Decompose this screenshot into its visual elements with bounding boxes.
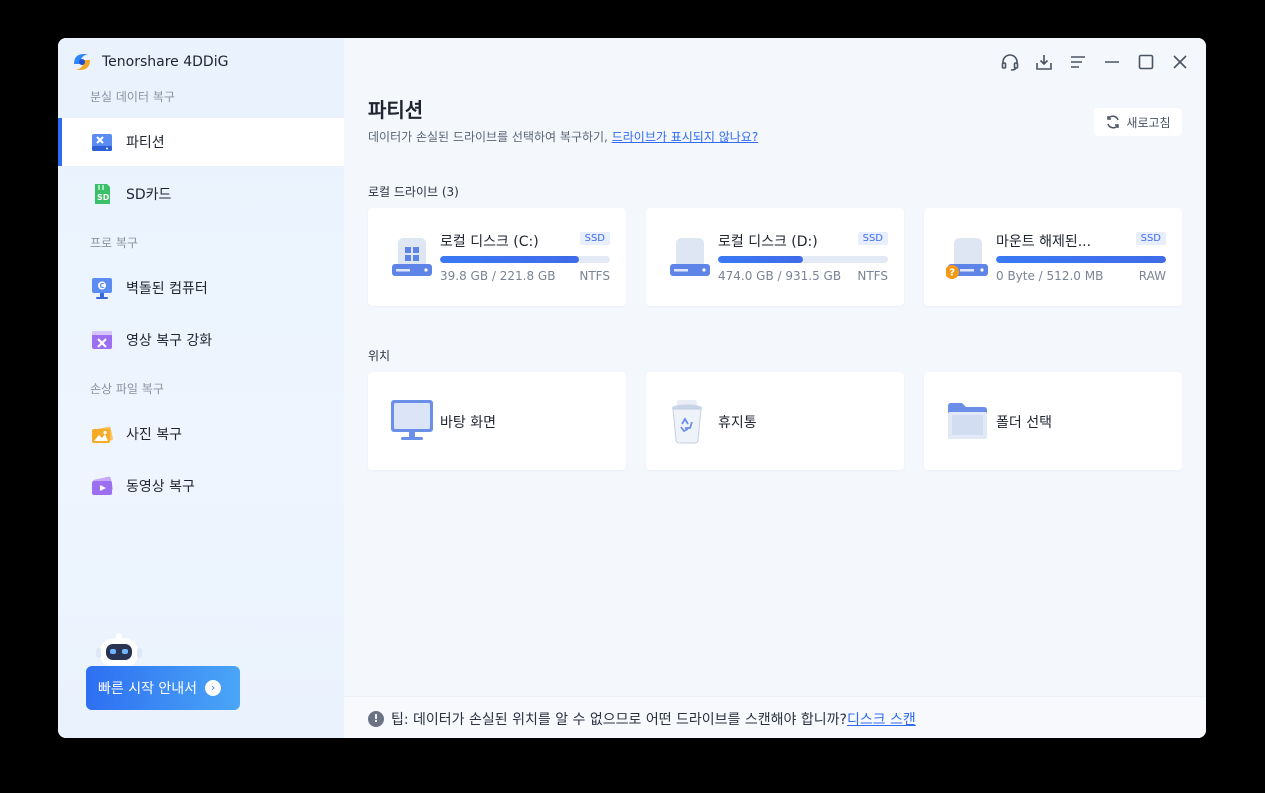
unknown-drive-icon: ?: [946, 238, 988, 279]
drive-card-unmounted[interactable]: ? 마운트 해제된... SSD 0 Byte / 512.0 MB RAW: [924, 208, 1182, 306]
maximize-icon[interactable]: [1134, 50, 1158, 74]
sidebar-item-label: 영상 복구 강화: [126, 333, 213, 349]
subtitle-text: 데이터가 손실된 드라이브를 선택하여 복구하기,: [368, 130, 608, 144]
sidebar-item-label: 동영상 복구: [126, 479, 195, 495]
quick-start-button[interactable]: 빠른 시작 안내서 ›: [86, 666, 240, 710]
section-lost-data: 분실 데이터 복구: [90, 90, 175, 104]
drive-usage-fill: [718, 256, 803, 263]
tip-text: 팁: 데이터가 손실된 위치를 알 수 없으므로 어떤 드라이브를 스캔해야 합…: [391, 709, 916, 729]
drive-not-shown-link[interactable]: 드라이브가 표시되지 않나요?: [612, 130, 758, 144]
recycle-bin-icon: [672, 400, 702, 444]
drive-filesystem: NTFS: [579, 269, 610, 283]
desktop-icon: [391, 400, 433, 440]
partition-icon: [92, 134, 112, 151]
drive-usage-fill: [440, 256, 580, 263]
video-repair-icon: [92, 331, 112, 349]
drive-type-badge: SSD: [1135, 232, 1166, 245]
page-subtitle: 데이터가 손실된 드라이브를 선택하여 복구하기, 드라이브가 표시되지 않나요…: [368, 128, 758, 145]
drive-card-c[interactable]: 로컬 디스크 (C:) SSD 39.8 GB / 221.8 GB NTFS: [368, 208, 626, 306]
drive-name: 마운트 해제된...: [996, 234, 1092, 250]
location-name: 폴더 선택: [996, 415, 1052, 431]
disk-scan-link[interactable]: 디스크 스캔: [847, 712, 916, 728]
sidebar-item-video-recovery[interactable]: 동영상 복구: [58, 462, 344, 510]
sidebar-item-label: SD카드: [126, 187, 172, 203]
location-card-recycle-bin[interactable]: 휴지통: [646, 372, 904, 470]
drive-usage-bar: [440, 256, 610, 263]
sidebar-item-sd-card[interactable]: SD SD카드: [58, 170, 344, 218]
download-icon[interactable]: [1032, 50, 1056, 74]
headset-icon[interactable]: [998, 50, 1022, 74]
svg-text:SD: SD: [97, 193, 110, 202]
folder-icon: [948, 403, 987, 439]
chevron-right-icon: ›: [205, 680, 222, 696]
app-logo-row: Tenorshare 4DDiG: [70, 50, 228, 74]
windows-drive-icon: [392, 238, 432, 276]
drive-size: 39.8 GB / 221.8 GB: [440, 269, 556, 283]
app-logo-icon: [74, 54, 90, 70]
sidebar: Tenorshare 4DDiG 분실 데이터 복구 파티션 SD SD카드 프…: [58, 38, 344, 738]
drive-icon: [670, 238, 710, 276]
app-title: Tenorshare 4DDiG: [102, 54, 229, 70]
photo-icon: [92, 426, 113, 444]
location-name: 휴지통: [718, 415, 757, 431]
sidebar-item-label: 사진 복구: [126, 427, 182, 443]
drive-filesystem: RAW: [1138, 269, 1166, 283]
section-pro-recovery: 프로 복구: [90, 236, 138, 250]
main-panel: 파티션 데이터가 손실된 드라이브를 선택하여 복구하기, 드라이브가 표시되지…: [344, 38, 1206, 738]
crashed-computer-icon: C: [92, 278, 112, 299]
sidebar-item-label: 벽돌된 컴퓨터: [126, 281, 208, 297]
refresh-button[interactable]: 새로고침: [1094, 108, 1182, 136]
refresh-icon: [1107, 115, 1120, 129]
locations-label: 위치: [368, 349, 391, 363]
drive-usage-fill: [996, 256, 1166, 263]
video-icon: [92, 476, 113, 495]
drive-size: 474.0 GB / 931.5 GB: [718, 269, 842, 283]
close-icon[interactable]: [1168, 50, 1192, 74]
page-title: 파티션: [368, 98, 424, 122]
section-damaged-file: 손상 파일 복구: [90, 382, 164, 396]
window-controls: [998, 50, 1192, 74]
drive-usage-bar: [996, 256, 1166, 263]
drive-usage-bar: [718, 256, 888, 263]
location-card-desktop[interactable]: 바탕 화면: [368, 372, 626, 470]
info-icon: !: [368, 711, 384, 727]
sidebar-item-label: 파티션: [126, 135, 165, 151]
drive-card-d[interactable]: 로컬 디스크 (D:) SSD 474.0 GB / 931.5 GB NTFS: [646, 208, 904, 306]
sidebar-item-crashed-computer[interactable]: C 벽돌된 컴퓨터: [58, 264, 344, 312]
tip-bar: ! 팁: 데이터가 손실된 위치를 알 수 없으므로 어떤 드라이브를 스캔해야…: [344, 696, 1206, 738]
app-window: Tenorshare 4DDiG 분실 데이터 복구 파티션 SD SD카드 프…: [58, 38, 1206, 738]
minimize-icon[interactable]: [1100, 50, 1124, 74]
drive-name: 로컬 디스크 (C:): [440, 234, 539, 250]
tip-message: 팁: 데이터가 손실된 위치를 알 수 없으므로 어떤 드라이브를 스캔해야 합…: [391, 712, 847, 728]
location-name: 바탕 화면: [440, 415, 496, 431]
quick-start-label: 빠른 시작 안내서: [98, 681, 198, 697]
drive-filesystem: NTFS: [857, 269, 888, 283]
location-card-folder[interactable]: 폴더 선택: [924, 372, 1182, 470]
local-drives-label: 로컬 드라이브 (3): [368, 185, 459, 199]
svg-text:C: C: [100, 282, 105, 290]
drive-size: 0 Byte / 512.0 MB: [996, 269, 1104, 283]
sidebar-item-video-repair[interactable]: 영상 복구 강화: [58, 316, 344, 364]
drive-name: 로컬 디스크 (D:): [718, 234, 818, 250]
sidebar-item-partition[interactable]: 파티션: [58, 118, 344, 166]
refresh-label: 새로고침: [1126, 115, 1171, 130]
menu-icon[interactable]: [1066, 50, 1090, 74]
drive-type-badge: SSD: [579, 232, 610, 245]
drive-type-badge: SSD: [857, 232, 888, 245]
svg-text:?: ?: [949, 268, 955, 279]
sd-card-icon: SD: [95, 184, 110, 204]
sidebar-item-photo-recovery[interactable]: 사진 복구: [58, 410, 344, 458]
